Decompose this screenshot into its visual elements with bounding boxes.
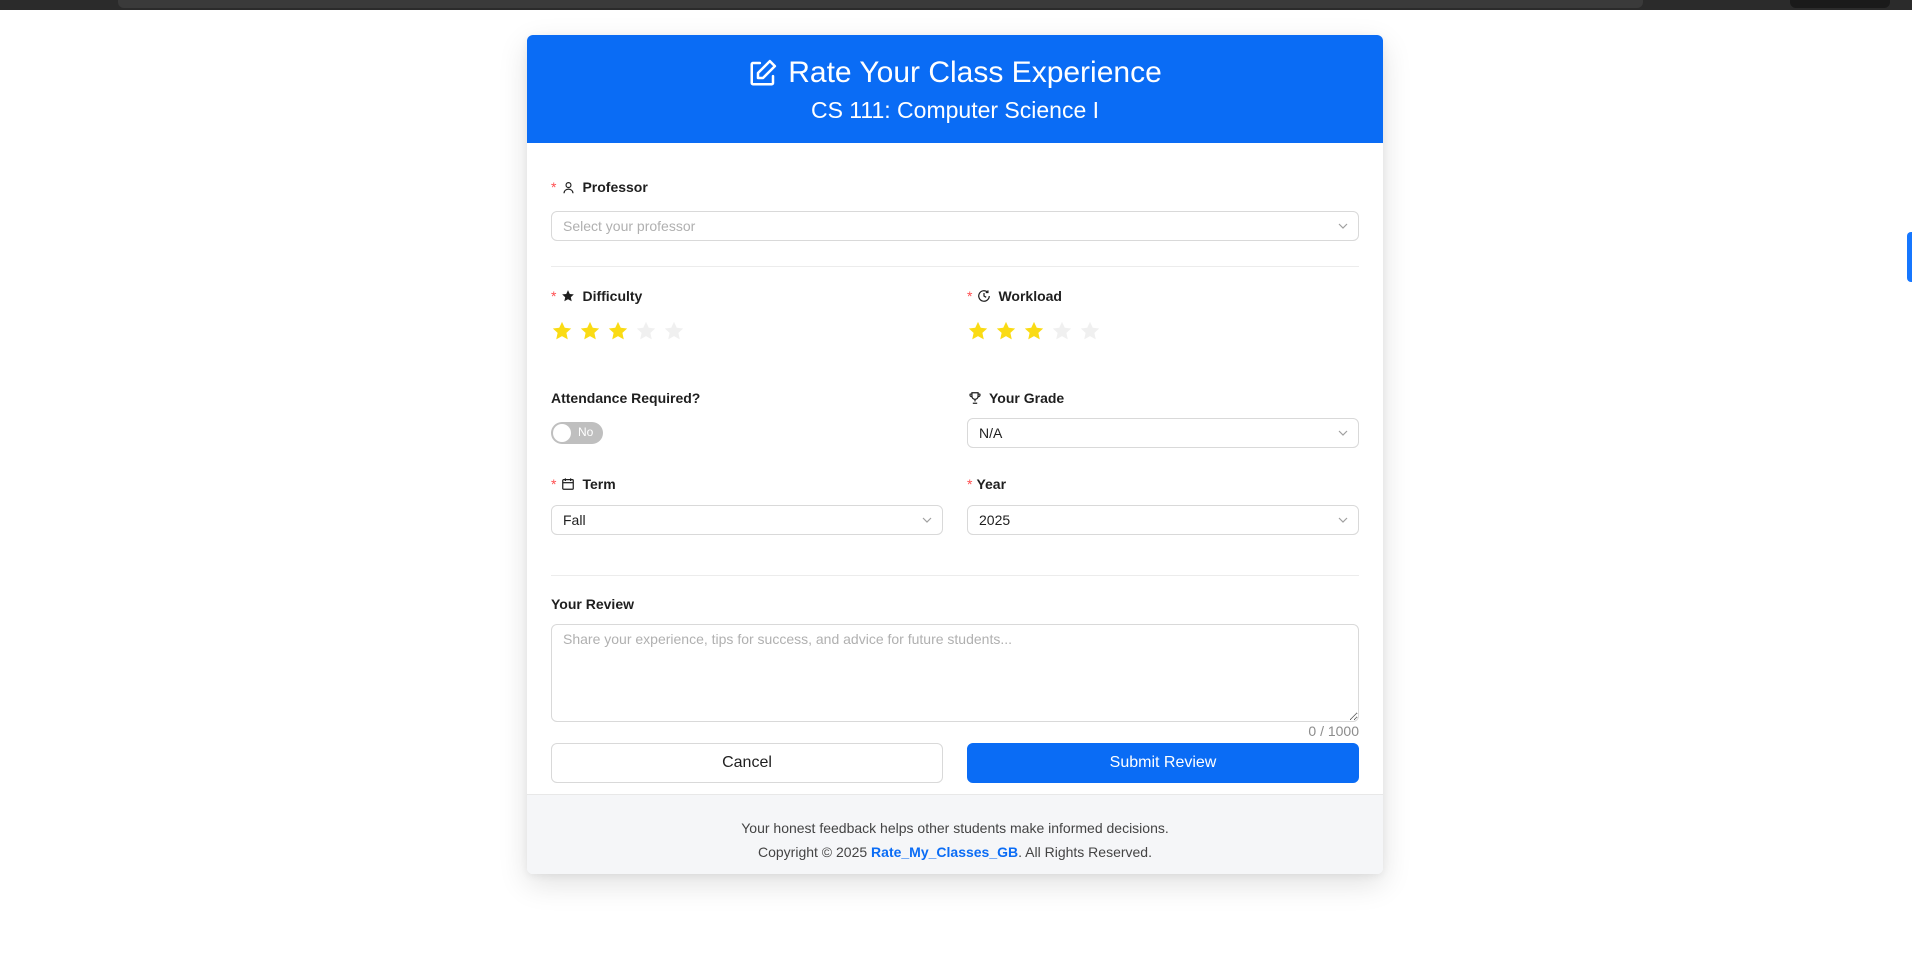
divider [551, 266, 1359, 267]
form-actions: Cancel Submit Review [551, 743, 1359, 783]
card-footer: Your honest feedback helps other student… [527, 794, 1383, 874]
star-empty-icon[interactable] [1079, 320, 1101, 342]
required-mark: * [551, 288, 557, 304]
toggle-knob [553, 424, 571, 442]
top-strip-bar [1790, 0, 1890, 8]
workload-label-text: Workload [998, 288, 1062, 304]
submit-review-button[interactable]: Submit Review [967, 743, 1359, 783]
review-textarea[interactable] [551, 624, 1359, 722]
year-label-text: Year [976, 476, 1007, 492]
copyright-prefix: Copyright © 2025 [758, 844, 872, 860]
grade-select-value: N/A [979, 425, 1003, 441]
attendance-label-text: Attendance Required? [551, 390, 701, 406]
header-title-row: Rate Your Class Experience [748, 55, 1162, 91]
difficulty-label-text: Difficulty [582, 288, 643, 304]
difficulty-label: * Difficulty [551, 286, 943, 306]
term-label-text: Term [582, 476, 616, 492]
page-title: Rate Your Class Experience [788, 55, 1162, 89]
chevron-down-icon [1338, 430, 1348, 436]
browser-top-strip [0, 0, 1912, 10]
cancel-button[interactable]: Cancel [551, 743, 943, 783]
grade-select[interactable]: N/A [967, 418, 1359, 448]
professor-select-placeholder: Select your professor [563, 218, 696, 234]
star-filled-icon[interactable] [1023, 320, 1045, 342]
star-icon [560, 288, 576, 304]
star-filled-icon[interactable] [551, 320, 573, 342]
workload-rating[interactable] [967, 320, 1359, 342]
term-select-value: Fall [563, 512, 586, 528]
attendance-label: Attendance Required? [551, 388, 943, 408]
professor-select[interactable]: Select your professor [551, 211, 1359, 241]
footer-copyright: Copyright © 2025 Rate_My_Classes_GB. All… [527, 840, 1383, 864]
term-label: * Term [551, 474, 943, 494]
star-empty-icon[interactable] [1051, 320, 1073, 342]
attendance-toggle[interactable]: No [551, 422, 603, 444]
footer-message: Your honest feedback helps other student… [741, 820, 1169, 836]
chevron-down-icon [922, 517, 932, 523]
star-empty-icon[interactable] [635, 320, 657, 342]
chevron-down-icon [1338, 517, 1348, 523]
trophy-icon [967, 390, 983, 406]
course-subtitle: CS 111: Computer Science I [810, 96, 1100, 123]
workload-label: * Workload [967, 286, 1359, 306]
required-mark: * [551, 179, 557, 195]
copyright-suffix: . All Rights Reserved. [1018, 844, 1152, 860]
year-label: * Year [967, 474, 1359, 494]
star-empty-icon[interactable] [663, 320, 685, 342]
grade-label-text: Your Grade [989, 390, 1065, 406]
top-strip-bar [118, 0, 1643, 8]
edit-icon [748, 58, 778, 88]
grade-label: Your Grade [967, 388, 1359, 408]
star-filled-icon[interactable] [995, 320, 1017, 342]
user-icon [560, 179, 576, 195]
side-feedback-tab[interactable] [1907, 232, 1912, 282]
professor-label-text: Professor [582, 179, 648, 195]
year-select-value: 2025 [979, 512, 1011, 528]
star-filled-icon[interactable] [579, 320, 601, 342]
review-card: Rate Your Class Experience CS 111: Compu… [527, 35, 1383, 874]
year-select[interactable]: 2025 [967, 505, 1359, 535]
brand-link[interactable]: Rate_My_Classes_GB [871, 844, 1018, 860]
professor-label: * Professor [551, 177, 1359, 197]
form-body: * Professor Select your professor * Diff… [527, 143, 1383, 783]
review-label: Your Review [551, 594, 1359, 614]
star-filled-icon[interactable] [607, 320, 629, 342]
card-header: Rate Your Class Experience CS 111: Compu… [527, 35, 1383, 143]
clock-icon [976, 288, 992, 304]
divider [551, 575, 1359, 576]
star-filled-icon[interactable] [967, 320, 989, 342]
toggle-text: No [578, 425, 594, 439]
difficulty-rating[interactable] [551, 320, 943, 342]
required-mark: * [967, 288, 973, 304]
review-label-text: Your Review [551, 596, 634, 612]
required-mark: * [967, 476, 973, 492]
chevron-down-icon [1338, 223, 1348, 229]
review-char-counter: 0 / 1000 [1308, 723, 1359, 739]
calendar-icon [560, 476, 576, 492]
term-select[interactable]: Fall [551, 505, 943, 535]
required-mark: * [551, 476, 557, 492]
